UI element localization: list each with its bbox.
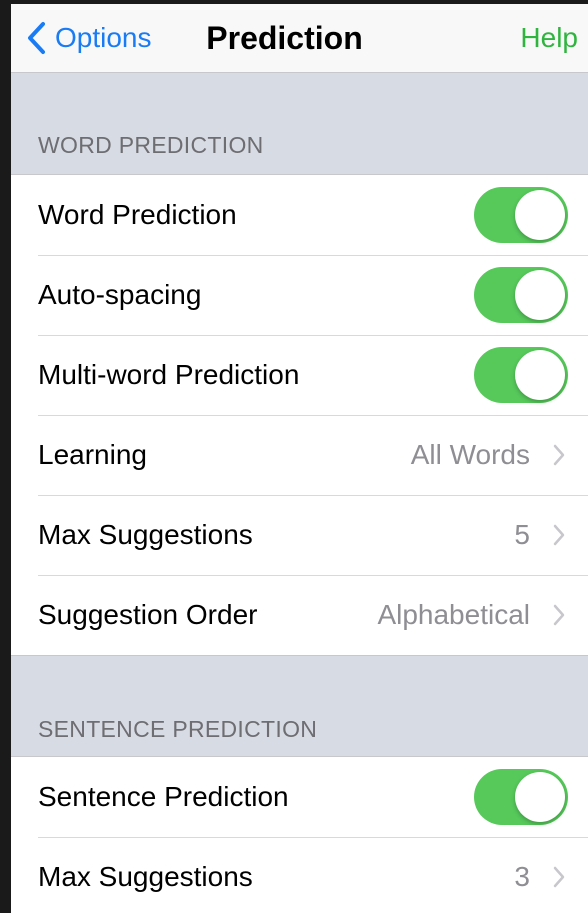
chevron-right-icon (553, 866, 565, 888)
multi-word-prediction-label: Multi-word Prediction (38, 359, 300, 390)
max-suggestions-label: Max Suggestions (38, 519, 253, 550)
word-prediction-group: Word Prediction Auto-spacing Multi-word … (11, 174, 588, 656)
suggestion-order-label: Suggestion Order (38, 599, 258, 630)
sentence-prediction-row: Sentence Prediction (11, 757, 588, 837)
word-prediction-label: Word Prediction (38, 199, 237, 230)
word-prediction-toggle[interactable] (474, 187, 568, 243)
sentence-max-suggestions-row[interactable]: Max Suggestions 3 (11, 837, 588, 913)
auto-spacing-label: Auto-spacing (38, 279, 202, 310)
suggestion-order-value: Alphabetical (377, 599, 530, 630)
toggle-knob (515, 772, 565, 822)
toggle-knob (515, 190, 565, 240)
sentence-max-suggestions-value: 3 (514, 861, 530, 892)
auto-spacing-row: Auto-spacing (11, 255, 588, 335)
suggestion-order-row[interactable]: Suggestion Order Alphabetical (11, 575, 588, 655)
word-prediction-row: Word Prediction (11, 175, 588, 255)
learning-row[interactable]: Learning All Words (11, 415, 588, 495)
help-button[interactable]: Help (520, 14, 578, 62)
chevron-right-icon (553, 524, 565, 546)
learning-label: Learning (38, 439, 147, 470)
chevron-right-icon (553, 604, 565, 626)
section-header-word-prediction: WORD PREDICTION (38, 132, 264, 158)
sentence-prediction-label: Sentence Prediction (38, 781, 289, 812)
toggle-knob (515, 350, 565, 400)
section-header-sentence-prediction: SENTENCE PREDICTION (38, 716, 318, 742)
settings-screen: Options Prediction Help WORD PREDICTION … (11, 4, 588, 913)
sentence-prediction-group: Sentence Prediction Max Suggestions 3 (11, 756, 588, 913)
sentence-prediction-toggle[interactable] (474, 769, 568, 825)
learning-value: All Words (410, 439, 530, 470)
auto-spacing-toggle[interactable] (474, 267, 568, 323)
page-title: Prediction (206, 19, 363, 56)
toggle-knob (515, 270, 565, 320)
multi-word-prediction-row: Multi-word Prediction (11, 335, 588, 415)
multi-word-prediction-toggle[interactable] (474, 347, 568, 403)
max-suggestions-row[interactable]: Max Suggestions 5 (11, 495, 588, 575)
max-suggestions-value: 5 (514, 519, 530, 550)
sentence-max-suggestions-label: Max Suggestions (38, 861, 253, 892)
navigation-bar: Options Prediction Help (11, 4, 588, 73)
device-frame: Options Prediction Help WORD PREDICTION … (0, 0, 588, 913)
chevron-right-icon (553, 444, 565, 466)
